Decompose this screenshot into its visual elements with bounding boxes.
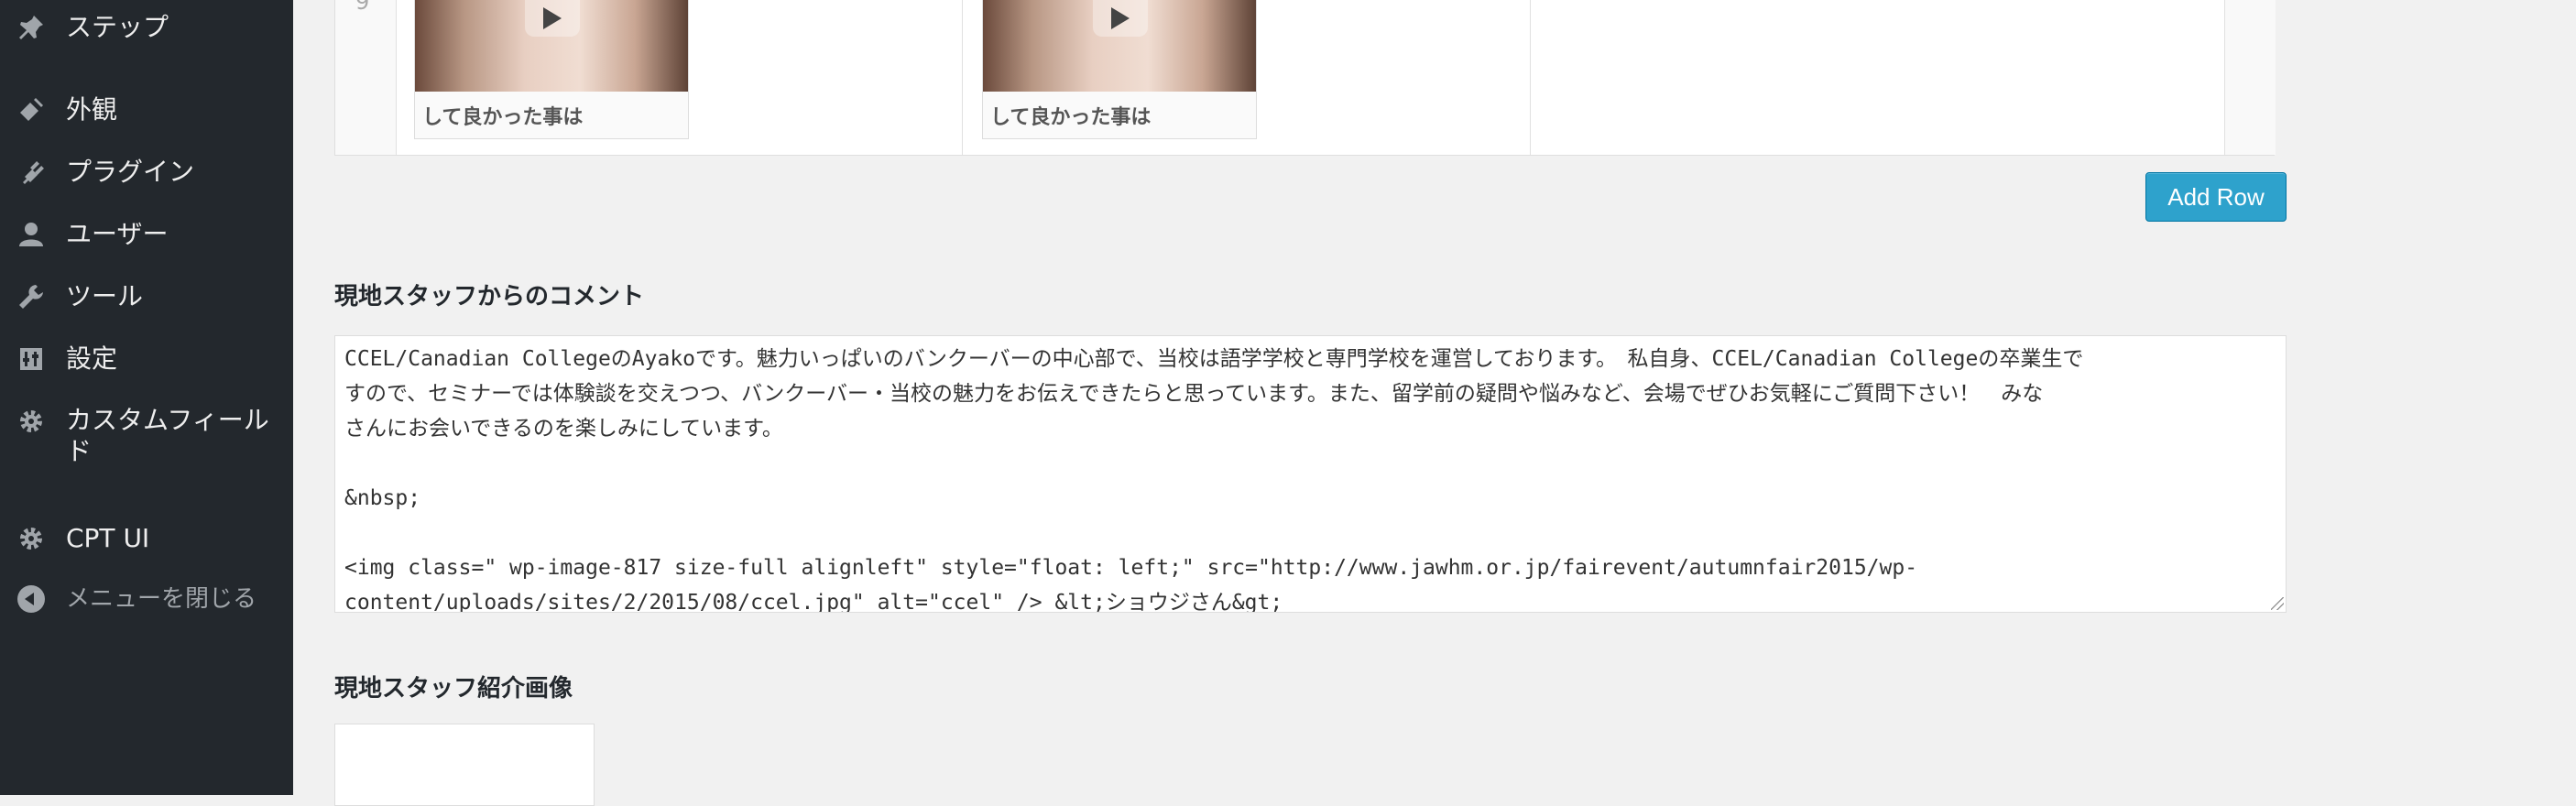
row-handle[interactable]: 9 — [335, 0, 397, 155]
video-thumbnail[interactable]: して良かった事は — [982, 0, 1257, 139]
comment-line — [344, 516, 2276, 550]
row-actions-cell[interactable] — [2224, 0, 2276, 155]
thumbnail-caption: して良かった事は — [422, 106, 584, 129]
play-icon — [1093, 0, 1148, 37]
sidebar-item-label: 設定 — [66, 343, 118, 374]
settings-icon — [15, 343, 48, 376]
comment-field-label: 現地スタッフからのコメント — [334, 283, 645, 310]
sidebar-item-label: 外観 — [66, 94, 118, 125]
column-divider — [1530, 0, 1531, 155]
plugin-icon — [15, 156, 48, 189]
repeater-table: 9 して良かった事は して良かった事は — [334, 0, 2276, 156]
user-icon — [15, 218, 48, 251]
row-number: 9 — [355, 0, 370, 15]
paintbrush-icon — [15, 93, 48, 126]
comment-textarea[interactable]: CCEL/Canadian CollegeのAyakoです。魅力いっぱいのバンク… — [334, 335, 2287, 613]
comment-line: <img class=" wp-image-817 size-full alig… — [344, 556, 1918, 580]
wrench-icon — [15, 280, 48, 313]
comment-line: すので、セミナーでは体験談を交えつつ、バンクーバー・当校の魅力をお伝えできたらと… — [344, 382, 2044, 406]
sidebar-item-label: カスタムフィールド — [66, 405, 269, 466]
sidebar-item-label: ユーザー — [66, 219, 169, 249]
sidebar-item-label: ツール — [66, 281, 144, 311]
add-row-button[interactable]: Add Row — [2145, 172, 2287, 222]
pin-icon — [15, 11, 48, 44]
comment-line: CCEL/Canadian CollegeのAyakoです。魅力いっぱいのバンク… — [344, 347, 2084, 371]
collapse-arrow-icon — [15, 583, 48, 615]
column-divider — [962, 0, 963, 155]
comment-line: &nbsp; — [344, 486, 421, 510]
comment-line — [344, 446, 2276, 481]
staff-image-field-label: 現地スタッフ紹介画像 — [334, 675, 573, 703]
play-icon — [525, 0, 580, 37]
video-thumbnail[interactable]: して良かった事は — [414, 0, 689, 139]
thumbnail-caption: して良かった事は — [990, 106, 1152, 129]
resize-handle[interactable] — [2271, 597, 2284, 610]
collapse-menu-label: メニューを閉じる — [66, 585, 257, 613]
gear-icon — [15, 405, 48, 438]
sidebar-item-label: ステップ — [66, 12, 169, 42]
comment-line: さんにお会いできるのを楽しみにしています。 — [344, 417, 783, 441]
admin-sidebar: ステップ 外観 プラグイン ユーザー ツール 設定 カスタムフィールド CPT … — [0, 0, 293, 795]
gear-icon — [15, 522, 48, 555]
staff-image-placeholder[interactable] — [334, 724, 595, 806]
sidebar-item-label: CPT UI — [66, 523, 150, 553]
sidebar-item-label: プラグイン — [66, 157, 195, 187]
comment-line: content/uploads/sites/2/2015/08/ccel.jpg… — [344, 591, 1283, 613]
